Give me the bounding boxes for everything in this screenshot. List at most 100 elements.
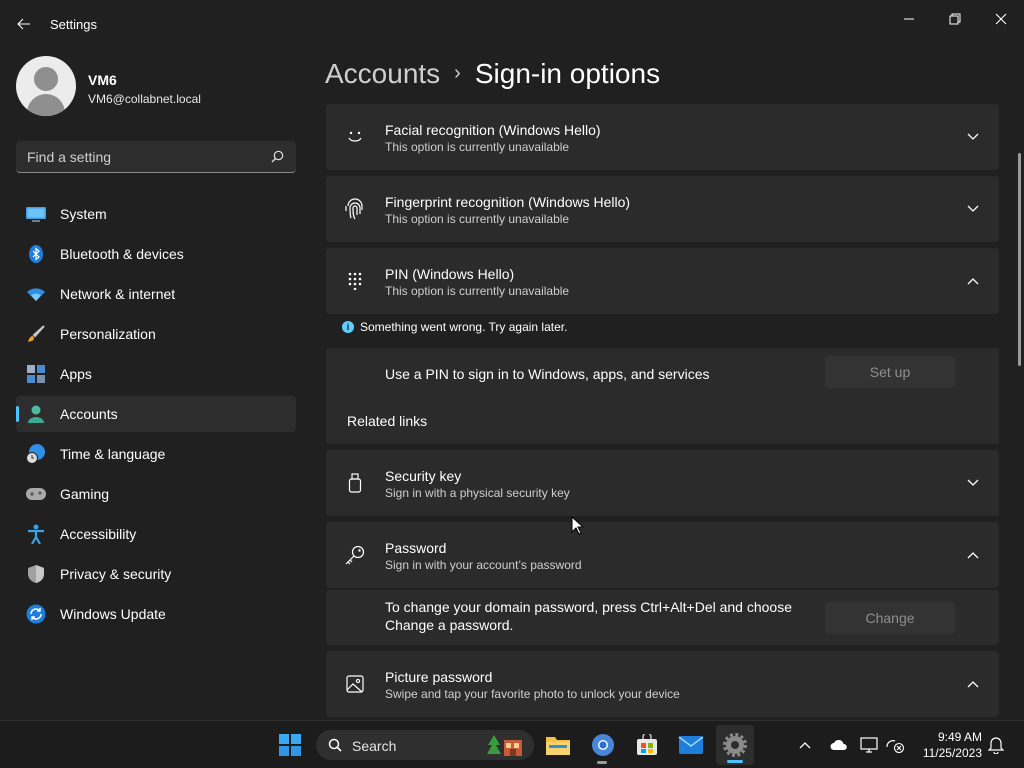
restore-icon [949, 13, 961, 25]
network-status-button[interactable] [878, 729, 912, 761]
shield-icon [26, 565, 46, 583]
user-email: VM6@collabnet.local [88, 92, 201, 106]
chevron-up-icon[interactable] [965, 273, 981, 289]
brush-icon [26, 325, 46, 343]
sidebar-item-label: Network & internet [60, 286, 176, 302]
chrome-button[interactable] [585, 729, 621, 761]
fingerprint-recognition-card[interactable]: Fingerprint recognition (Windows Hello) … [326, 176, 999, 242]
sidebar-item-windows-update[interactable]: Windows Update [16, 596, 296, 632]
option-subtitle: Sign in with your account’s password [385, 558, 582, 572]
minimize-button[interactable] [886, 4, 932, 34]
start-button[interactable] [272, 729, 308, 761]
option-title: Password [385, 540, 447, 556]
security-key-card[interactable]: Security key Sign in with a physical sec… [326, 450, 999, 516]
start-icon [279, 734, 301, 756]
close-icon [995, 13, 1007, 25]
chevron-down-icon[interactable] [965, 129, 981, 145]
keypad-icon [343, 269, 367, 293]
sidebar-item-personalization[interactable]: Personalization [16, 316, 296, 352]
error-text: Something went wrong. Try again later. [360, 320, 568, 334]
active-indicator [727, 760, 743, 763]
onedrive-button[interactable] [822, 729, 856, 761]
cloud-icon [830, 739, 847, 750]
chevron-up-icon[interactable] [965, 676, 981, 692]
sidebar-item-gaming[interactable]: Gaming [16, 476, 296, 512]
sidebar-item-accessibility[interactable]: Accessibility [16, 516, 296, 552]
clock-date[interactable]: 11/25/2023 [912, 746, 982, 760]
taskbar-search[interactable]: Search [316, 730, 534, 760]
sidebar-item-label: Bluetooth & devices [60, 246, 184, 262]
option-subtitle: This option is currently unavailable [385, 140, 570, 154]
chevron-down-icon[interactable] [965, 475, 981, 491]
wifi-icon [26, 285, 46, 303]
chevron-up-icon[interactable] [965, 547, 981, 563]
option-title: Facial recognition (Windows Hello) [385, 122, 601, 138]
usb-key-icon [343, 471, 367, 495]
sidebar-item-bluetooth[interactable]: Bluetooth & devices [16, 236, 296, 272]
settings-taskbar-button[interactable] [716, 725, 754, 765]
bluetooth-icon [26, 245, 46, 263]
change-button[interactable]: Change [825, 602, 955, 634]
arrow-left-icon [17, 18, 30, 30]
breadcrumb-parent[interactable]: Accounts [325, 58, 440, 89]
password-help-line1: To change your domain password, press Ct… [385, 599, 792, 615]
fingerprint-icon [343, 197, 367, 221]
key-icon [343, 543, 367, 567]
picture-password-card[interactable]: Picture password Swipe and tap your favo… [326, 651, 999, 717]
accessibility-icon [26, 524, 46, 544]
person-icon [26, 405, 46, 423]
notifications-button[interactable] [982, 729, 1010, 761]
password-help-line2: Change a password. [385, 617, 514, 633]
monitor-icon [26, 205, 46, 223]
option-subtitle: Swipe and tap your favorite photo to unl… [385, 687, 680, 701]
info-icon: i [342, 321, 354, 333]
sidebar-item-network[interactable]: Network & internet [16, 276, 296, 312]
network-icon [886, 740, 905, 753]
refresh-icon [26, 604, 46, 624]
store-icon [637, 734, 657, 755]
user-name: VM6 [88, 72, 117, 88]
clock-time[interactable]: 9:49 AM [920, 730, 982, 744]
sidebar-item-apps[interactable]: Apps [16, 356, 296, 392]
sidebar-item-accounts[interactable]: Accounts [16, 396, 296, 432]
page-title: Sign-in options [474, 58, 661, 89]
option-title: Picture password [385, 669, 493, 685]
set-up-button[interactable]: Set up [825, 356, 955, 388]
facial-recognition-card[interactable]: Facial recognition (Windows Hello) This … [326, 104, 999, 170]
sidebar-nav: System Bluetooth & devices Network & int… [16, 196, 296, 636]
search-input[interactable]: Find a setting [16, 141, 296, 173]
sidebar-item-time-language[interactable]: Time & language [16, 436, 296, 472]
file-explorer-icon [546, 737, 570, 755]
chrome-icon [592, 734, 614, 756]
related-links-heading: Related links [347, 413, 428, 429]
minimize-icon [904, 18, 914, 20]
scrollbar-thumb[interactable] [1018, 153, 1021, 366]
sidebar-item-privacy-security[interactable]: Privacy & security [16, 556, 296, 592]
mail-button[interactable] [673, 729, 709, 761]
sidebar-item-system[interactable]: System [16, 196, 296, 232]
show-hidden-icons-button[interactable] [788, 729, 822, 761]
mouse-cursor-icon [571, 516, 583, 535]
breadcrumb: Accounts › Sign-in options [325, 58, 660, 90]
restore-button[interactable] [932, 4, 978, 34]
sidebar-item-label: Privacy & security [60, 566, 172, 582]
bell-icon [988, 737, 1004, 754]
sidebar-item-label: Accessibility [60, 526, 137, 542]
pin-card[interactable]: PIN (Windows Hello) This option is curre… [326, 248, 999, 314]
avatar [16, 56, 76, 116]
running-indicator [597, 761, 607, 764]
user-profile[interactable]: VM6 VM6@collabnet.local [16, 56, 296, 118]
back-button[interactable] [10, 10, 38, 38]
close-button[interactable] [978, 4, 1024, 34]
pin-setup-text: Use a PIN to sign in to Windows, apps, a… [385, 366, 710, 382]
chevron-down-icon[interactable] [965, 201, 981, 217]
pin-details-panel: Use a PIN to sign in to Windows, apps, a… [326, 348, 999, 444]
taskbar: Search 9:49 AM 11/25/2023 [0, 720, 1024, 768]
smile-icon [343, 125, 367, 149]
sidebar-item-label: Windows Update [60, 606, 166, 622]
chevron-up-icon [799, 742, 811, 749]
store-button[interactable] [629, 729, 665, 761]
password-card[interactable]: Password Sign in with your account’s pas… [326, 522, 999, 588]
file-explorer-button[interactable] [540, 729, 576, 761]
option-title: PIN (Windows Hello) [385, 266, 515, 282]
